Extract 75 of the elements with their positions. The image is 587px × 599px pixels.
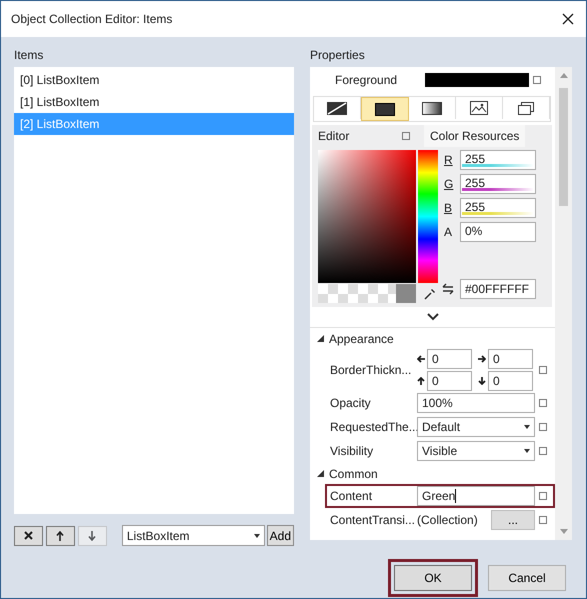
scrollbar[interactable] [555,67,572,540]
thickness-field[interactable]: 0 [488,371,533,391]
add-button[interactable]: Add [266,525,294,546]
color-swatch[interactable] [425,73,529,87]
property-name: RequestedThe... [330,420,417,434]
arrow-up-icon [56,530,64,540]
list-item[interactable]: [0] ListBoxItem [14,69,294,91]
thickness-field[interactable]: 0 [427,349,472,369]
channel-label: G [444,177,454,191]
property-name: Content [330,489,374,503]
scrollbar-thumb[interactable] [559,88,568,206]
list-item[interactable]: [1] ListBoxItem [14,91,294,113]
items-label: Items [14,47,44,64]
value-field[interactable]: 100% [417,393,535,413]
swap-icon[interactable] [442,283,454,295]
stacked-windows-icon [518,102,534,114]
color-preview [396,284,416,303]
category-label: Appearance [329,332,394,346]
channel-label: B [444,201,454,215]
property-name: Visibility [330,444,374,458]
property-name: Opacity [330,396,372,410]
arrow-down-icon [478,377,486,385]
ellipsis-button[interactable]: ... [491,510,535,530]
window-title: Object Collection Editor: Items [11,12,172,26]
hex-field[interactable]: #00FFFFFF [460,279,536,299]
caret-down-icon [524,449,530,453]
arrow-left-icon [417,355,425,363]
property-name: BorderThickn... [330,363,412,377]
type-dropdown[interactable]: ListBoxItem [122,525,265,546]
thickness-field[interactable]: 0 [488,349,533,369]
image-icon [470,101,488,115]
gradient-rectangle-icon [422,102,442,114]
ok-button[interactable]: OK [394,565,472,591]
caret-down-icon [254,534,260,538]
thickness-field[interactable]: 0 [427,371,472,391]
property-name: Foreground [335,73,398,87]
channel-field[interactable]: 0% [460,222,536,242]
editor-tab[interactable]: Color Resources [424,125,526,147]
property-name: ContentTransi... [330,513,416,527]
advanced-options-icon[interactable] [539,399,547,407]
channel-field[interactable]: 255 [460,150,536,170]
eyedropper-icon[interactable] [424,288,436,300]
move-up-button[interactable] [46,526,75,546]
value-dropdown[interactable]: Default [417,417,535,437]
value-field[interactable]: Green [417,486,535,506]
value-dropdown[interactable]: Visible [417,441,535,461]
property-value: (Collection) [417,513,478,527]
expanded-triangle-icon[interactable] [317,470,324,477]
close-icon[interactable] [562,13,574,25]
properties-label: Properties [310,47,366,64]
color-spectrum-drawing[interactable] [318,150,438,283]
delete-icon [24,531,33,540]
channel-label: A [444,225,454,239]
arrow-down-icon [88,530,96,540]
arrow-up-icon [417,377,425,385]
advanced-options-icon[interactable] [539,492,547,500]
caret-down-icon [524,425,530,429]
advanced-options-icon[interactable] [539,516,547,524]
advanced-options-icon[interactable] [539,366,547,374]
cancel-button[interactable]: Cancel [488,565,566,591]
advanced-options-icon[interactable] [402,132,410,140]
chevron-down-icon[interactable] [426,313,438,321]
filled-rectangle-icon [375,102,395,116]
expanded-triangle-icon[interactable] [317,335,324,342]
solid-brush-tab[interactable] [361,97,409,121]
channel-field[interactable]: 255 [460,174,536,194]
channel-field[interactable]: 255 [460,198,536,218]
arrow-right-icon [478,355,486,363]
advanced-options-icon[interactable] [539,447,547,455]
advanced-options-icon[interactable] [539,423,547,431]
category-label: Common [329,466,378,480]
advanced-options-icon[interactable] [533,76,541,84]
slashed-rectangle-icon [327,102,347,114]
channel-label: R [444,153,454,167]
remove-button[interactable] [14,526,43,546]
